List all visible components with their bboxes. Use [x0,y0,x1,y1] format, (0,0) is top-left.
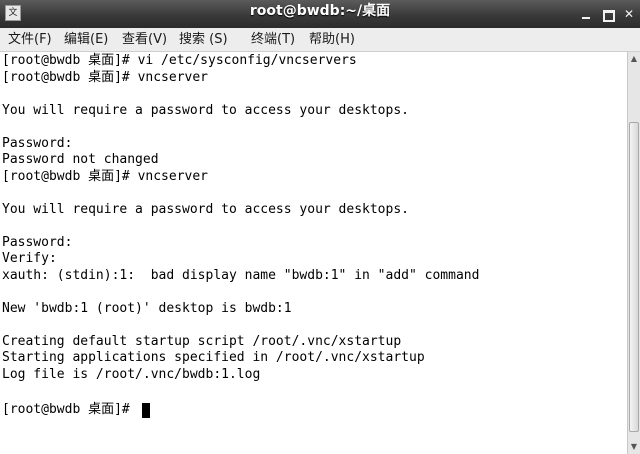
terminal-line: [root@bwdb 桌面]# vi /etc/sysconfig/vncser… [2,53,357,68]
minimize-icon [582,17,590,19]
terminal-line: Starting applications specified in /root… [2,350,425,365]
menu-edit[interactable]: 编辑(E) [64,28,108,51]
menu-terminal[interactable]: 终端(T) [251,28,295,51]
terminal-line: Creating default startup script /root/.v… [2,334,402,349]
menu-file[interactable]: 文件(F) [8,28,52,51]
menu-view[interactable]: 查看(V) [122,28,167,51]
terminal-line: Verify: [2,251,57,266]
terminal-line: You will require a password to access yo… [2,103,409,118]
close-button[interactable]: ✕ [621,6,637,22]
menu-bar: 文件(F) 编辑(E) 查看(V) 搜索 (S) 终端(T) 帮助(H) [0,28,640,52]
terminal-line: Password: [2,235,73,250]
close-icon: ✕ [623,7,635,21]
text-cursor [142,403,150,418]
terminal-line: You will require a password to access yo… [2,202,409,217]
terminal-line: Password: [2,136,73,151]
scroll-thumb[interactable] [629,122,639,432]
title-bar[interactable]: 文 root@bwdb:~/桌面 ✕ [0,0,640,29]
maximize-icon [603,10,615,22]
scroll-down-arrow-icon[interactable]: ▼ [628,440,640,454]
terminal-line: [root@bwdb 桌面]# vncserver [2,169,209,184]
terminal-prompt-line: [root@bwdb 桌面]# [2,402,138,417]
terminal-line: [root@bwdb 桌面]# vncserver [2,70,209,85]
menu-search[interactable]: 搜索 (S) [179,28,228,51]
minimize-button[interactable] [578,6,594,22]
terminal-line: xauth: (stdin):1: bad display name "bwdb… [2,268,480,283]
vertical-scrollbar[interactable]: ▲ ▼ [627,52,640,454]
terminal-line: Log file is /root/.vnc/bwdb:1.log [2,367,261,382]
menu-help[interactable]: 帮助(H) [309,28,355,51]
window-title: root@bwdb:~/桌面 [249,3,391,19]
terminal-line: Password not changed [2,152,159,167]
terminal-window: 文 root@bwdb:~/桌面 ✕ 文件(F) 编辑(E) 查看(V) 搜索 … [0,0,640,454]
terminal-line: New 'bwdb:1 (root)' desktop is bwdb:1 [2,301,292,316]
terminal-output[interactable]: [root@bwdb 桌面]# vi /etc/sysconfig/vncser… [0,52,627,454]
maximize-button[interactable] [600,6,616,22]
scroll-up-arrow-icon[interactable]: ▲ [628,52,640,66]
